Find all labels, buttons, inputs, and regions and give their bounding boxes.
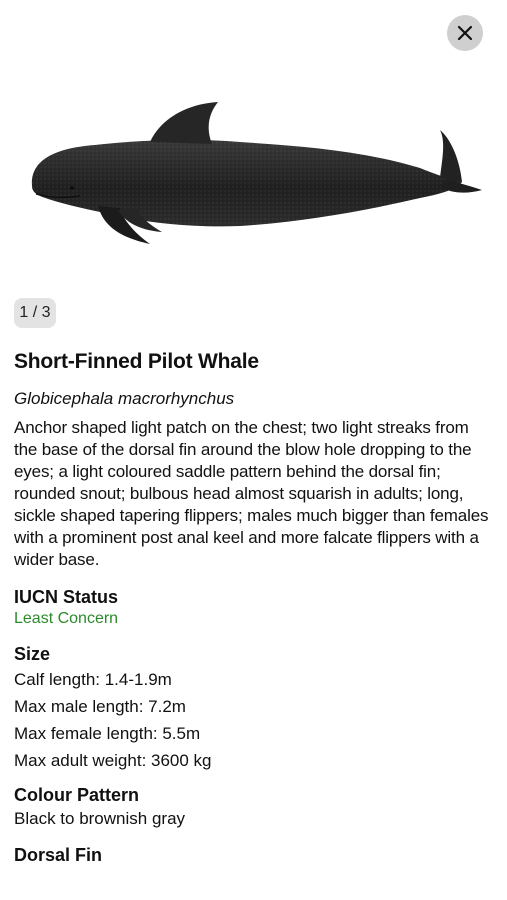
dorsal-fin-title: Dorsal Fin (14, 845, 103, 865)
colour-pattern-section: Colour Pattern Black to brownish gray (14, 783, 494, 831)
species-common-name: Short-Finned Pilot Whale (14, 350, 259, 373)
iucn-section: IUCN Status Least Concern (14, 585, 494, 629)
iucn-status-value: Least Concern (14, 610, 119, 627)
dorsal-fin-section: Dorsal Fin (14, 843, 494, 867)
close-button[interactable] (447, 15, 483, 51)
size-max-adult-weight: Max adult weight: 3600 kg (14, 751, 212, 770)
size-calf-length: Calf length: 1.4-1.9m (14, 670, 172, 689)
species-image (0, 90, 507, 260)
species-description: Anchor shaped light patch on the chest; … (14, 418, 489, 569)
size-section: Size Calf length: 1.4-1.9m Max male leng… (14, 642, 494, 774)
size-section-title: Size (14, 644, 51, 664)
species-scientific-name: Globicephala macrorhynchus (14, 389, 235, 408)
iucn-section-title: IUCN Status (14, 587, 119, 607)
colour-pattern-title: Colour Pattern (14, 785, 140, 805)
close-icon (457, 25, 473, 41)
colour-pattern-value: Black to brownish gray (14, 809, 186, 828)
species-details: Short-Finned Pilot Whale Globicephala ma… (14, 346, 494, 867)
size-list: Calf length: 1.4-1.9m Max male length: 7… (14, 666, 494, 774)
size-max-male-length: Max male length: 7.2m (14, 697, 186, 716)
image-pager-badge: 1 / 3 (14, 298, 56, 328)
size-max-female-length: Max female length: 5.5m (14, 724, 201, 743)
